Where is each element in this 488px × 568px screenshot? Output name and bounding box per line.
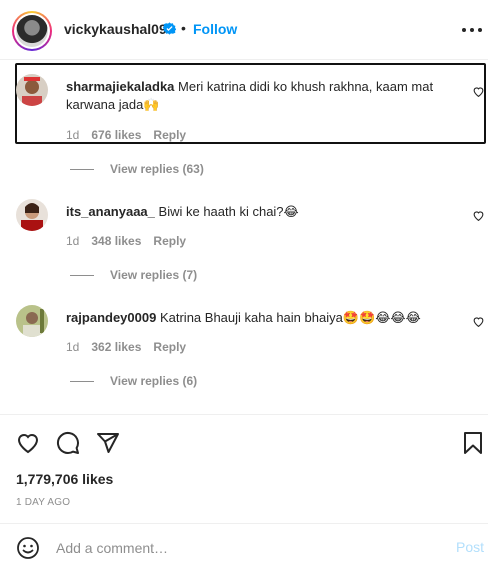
author-username[interactable]: vickykaushal09 bbox=[64, 21, 167, 37]
comment-meta: 1d 362 likes Reply bbox=[66, 340, 198, 354]
view-replies-label: View replies (6) bbox=[110, 374, 198, 388]
more-options-icon[interactable] bbox=[460, 20, 484, 40]
comment-time: 1d bbox=[66, 234, 80, 248]
comment-likes[interactable]: 676 likes bbox=[91, 128, 141, 142]
separator-dot: • bbox=[181, 20, 186, 36]
view-replies-button[interactable]: View replies (63) bbox=[70, 162, 204, 176]
verified-badge-icon bbox=[163, 22, 176, 35]
view-replies-button[interactable]: View replies (7) bbox=[70, 268, 197, 282]
add-comment-input[interactable] bbox=[56, 536, 436, 560]
commenter-avatar[interactable] bbox=[16, 305, 48, 337]
reply-button[interactable]: Reply bbox=[153, 340, 186, 354]
avatar-image bbox=[16, 15, 48, 47]
comment-text: Katrina Bhauji kaha hain bhaiya bbox=[159, 310, 343, 325]
post-actions-section: 1,779,706 likes 1 DAY AGO Post bbox=[0, 414, 488, 568]
comment-body: its_ananyaaa_ Biwi ke haath ki chai?😂 bbox=[66, 203, 299, 222]
post-likes-count[interactable]: 1,779,706 likes bbox=[16, 471, 113, 487]
comment-like-heart-icon[interactable] bbox=[472, 209, 485, 222]
follow-button[interactable]: Follow bbox=[193, 21, 237, 37]
comment-text: Meri katrina didi ko khush rakhna, kaam … bbox=[178, 79, 434, 94]
heart-icon[interactable] bbox=[16, 431, 40, 455]
view-replies-label: View replies (7) bbox=[110, 268, 198, 282]
comment-username[interactable]: rajpandey0009 bbox=[66, 310, 156, 325]
comment-emojis: 🙌 bbox=[143, 98, 160, 113]
commenter-avatar[interactable] bbox=[16, 74, 48, 106]
comment-emojis: 🤩🤩😂😂😂 bbox=[342, 311, 421, 326]
comment-body: sharmajiekaladka Meri katrina didi ko kh… bbox=[66, 78, 433, 115]
post-comment-button[interactable]: Post bbox=[456, 539, 484, 555]
comment-meta: 1d 676 likes Reply bbox=[66, 128, 198, 142]
comment-meta: 1d 348 likes Reply bbox=[66, 234, 198, 248]
comment-username[interactable]: sharmajiekaladka bbox=[66, 79, 174, 94]
comment-time: 1d bbox=[66, 128, 80, 142]
comment-likes[interactable]: 362 likes bbox=[91, 340, 141, 354]
replies-divider-line bbox=[70, 169, 94, 171]
commenter-avatar-image bbox=[16, 305, 48, 337]
view-replies-label: View replies (63) bbox=[110, 162, 204, 176]
commenter-avatar[interactable] bbox=[16, 199, 48, 231]
comment-text-cont: karwana jada bbox=[66, 97, 144, 112]
commenter-avatar-image bbox=[16, 199, 48, 231]
post-timestamp: 1 DAY AGO bbox=[16, 497, 71, 508]
comment-username[interactable]: its_ananyaaa_ bbox=[66, 204, 155, 219]
emoji-icon[interactable] bbox=[16, 536, 40, 560]
replies-divider-line bbox=[70, 275, 94, 277]
avatar-inner bbox=[14, 13, 50, 49]
bookmark-icon[interactable] bbox=[462, 431, 484, 455]
reply-button[interactable]: Reply bbox=[153, 128, 186, 142]
comment-time: 1d bbox=[66, 340, 80, 354]
add-comment-bar: Post bbox=[0, 523, 488, 568]
view-replies-button[interactable]: View replies (6) bbox=[70, 374, 197, 388]
share-icon[interactable] bbox=[96, 431, 120, 455]
reply-button[interactable]: Reply bbox=[153, 234, 186, 248]
commenter-avatar-image bbox=[16, 74, 48, 106]
replies-divider-line bbox=[70, 381, 94, 383]
comment-icon[interactable] bbox=[56, 431, 80, 455]
comment-emojis: 😂 bbox=[283, 205, 299, 220]
comment-likes[interactable]: 348 likes bbox=[91, 234, 141, 248]
comment-like-heart-icon[interactable] bbox=[472, 85, 485, 98]
comment-like-heart-icon[interactable] bbox=[472, 315, 485, 328]
post-header: vickykaushal09 • Follow bbox=[0, 0, 488, 60]
author-avatar[interactable] bbox=[12, 11, 52, 51]
comment-text: Biwi ke haath ki chai? bbox=[158, 204, 284, 219]
comment-body: rajpandey0009 Katrina Bhauji kaha hain b… bbox=[66, 309, 421, 328]
